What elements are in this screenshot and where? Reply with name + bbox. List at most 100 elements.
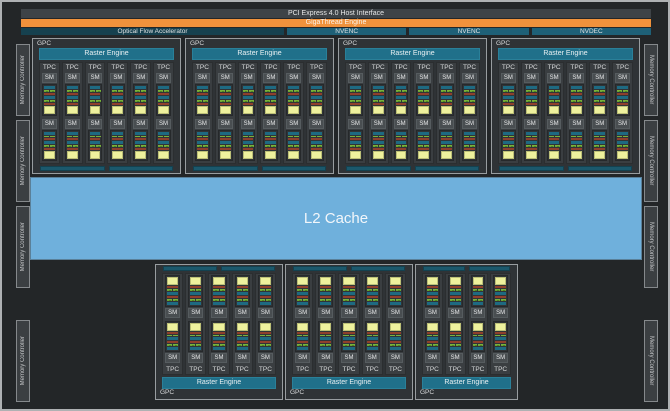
sm-stack: [165, 320, 181, 352]
processing-unit: [135, 86, 147, 95]
core-array: [173, 289, 179, 291]
sm-block: SM: [217, 73, 233, 116]
shared-memory-bar: [395, 151, 407, 159]
sm-block: SM: [42, 73, 57, 116]
core-array: [219, 135, 225, 138]
core-array: [158, 145, 164, 147]
processing-unit: [259, 331, 272, 341]
core-array: [478, 334, 484, 337]
core-array: [395, 145, 401, 147]
maroon-strip: [525, 148, 537, 150]
core-array: [118, 90, 124, 92]
sm-stack: [234, 275, 250, 307]
shared-memory-bar: [265, 105, 277, 114]
sm-stack: [64, 84, 80, 116]
memory-controller-right-2: Memory Controller: [644, 120, 658, 202]
sm-label: SM: [387, 353, 404, 363]
sm-stack: [309, 129, 324, 161]
core-array: [495, 298, 501, 301]
core-array: [395, 344, 402, 346]
sm-block: SM: [295, 320, 311, 363]
core-array: [320, 344, 326, 346]
sm-stack: [211, 275, 227, 307]
processing-unit: [190, 331, 202, 341]
sm-block: SM: [370, 73, 386, 116]
sm-block: SM: [217, 118, 233, 161]
core-array: [303, 298, 309, 301]
core-array: [173, 344, 179, 346]
processing-unit: [158, 86, 169, 95]
sm-block: SM: [425, 275, 440, 318]
sm-stack: [309, 84, 324, 116]
processing-unit: [89, 131, 101, 141]
core-array: [118, 99, 124, 102]
core-array: [470, 145, 475, 147]
scheduler-bar: [259, 291, 272, 295]
memory-controller-label: Memory Controller: [648, 136, 654, 186]
maroon-strip: [242, 138, 254, 141]
sm-label: SM: [188, 307, 204, 318]
processing-unit: [372, 131, 384, 141]
gpc-row-top: GPC Raster Engine TPC SM SM TPC SM SM TPC SM SM TPC…: [32, 38, 640, 174]
sm-stack: [439, 84, 455, 116]
scheduler-bar: [449, 347, 461, 350]
shared-memory-bar: [236, 322, 248, 331]
tpc-block: TPC SM SM: [520, 62, 542, 164]
core-array: [95, 145, 101, 147]
scheduler-bar: [427, 301, 438, 305]
processing-unit: [525, 141, 537, 150]
core-array: [294, 135, 300, 138]
processing-unit: [197, 131, 208, 141]
maroon-strip: [395, 92, 407, 95]
processing-unit: [44, 95, 55, 105]
core-array: [472, 344, 478, 346]
maroon-strip: [525, 92, 537, 95]
sm-block: SM: [87, 73, 103, 116]
core-array: [225, 135, 231, 138]
processing-unit: [219, 141, 231, 150]
tpc-label: TPC: [319, 366, 333, 373]
core-array: [495, 334, 501, 337]
gpc-label: GPC: [290, 389, 305, 396]
tpc-label: TPC: [88, 64, 102, 71]
sm-label: SM: [470, 353, 486, 363]
core-array: [343, 298, 349, 301]
core-array: [447, 90, 453, 92]
gpu-die-diagram: PCI Express 4.0 Host Interface GigaThrea…: [0, 0, 670, 411]
maroon-strip: [288, 138, 300, 141]
core-array: [472, 289, 478, 291]
tpc-label: TPC: [189, 366, 203, 373]
core-array: [623, 90, 628, 92]
shared-memory-bar: [449, 322, 461, 331]
maroon-strip: [197, 148, 208, 150]
sm-block: SM: [393, 118, 409, 161]
tpc-row: TPC SM SM TPC SM SM TPC SM SM TPC SM SM TPC SM SM: [158, 272, 280, 376]
sm-label: SM: [523, 73, 539, 83]
core-array: [259, 298, 265, 301]
sm-stack: [195, 129, 210, 161]
core-array: [158, 99, 164, 102]
shared-memory-bar: [418, 105, 430, 114]
processing-unit: [389, 331, 402, 341]
sm-label: SM: [370, 118, 386, 129]
core-array: [623, 145, 628, 147]
maroon-strip: [395, 138, 407, 141]
core-array: [311, 99, 317, 102]
core-array: [167, 334, 173, 337]
core-array: [508, 90, 514, 92]
scheduler-bar: [366, 291, 378, 295]
sm-label: SM: [387, 307, 404, 318]
core-array: [112, 145, 118, 147]
sm-block: SM: [240, 118, 256, 161]
sm-label: SM: [615, 118, 630, 129]
tpc-block: TPC SM SM: [254, 273, 277, 375]
nvdec-bar: NVDEC: [531, 28, 651, 35]
core-array: [49, 145, 55, 147]
tpc-block: TPC SM SM: [543, 62, 565, 164]
core-array: [219, 145, 225, 147]
sm-label: SM: [156, 73, 171, 83]
sm-label: SM: [470, 307, 486, 318]
raster-engine-bar: Raster Engine: [192, 48, 327, 60]
core-array: [355, 99, 361, 102]
rop-bar: [163, 266, 217, 271]
